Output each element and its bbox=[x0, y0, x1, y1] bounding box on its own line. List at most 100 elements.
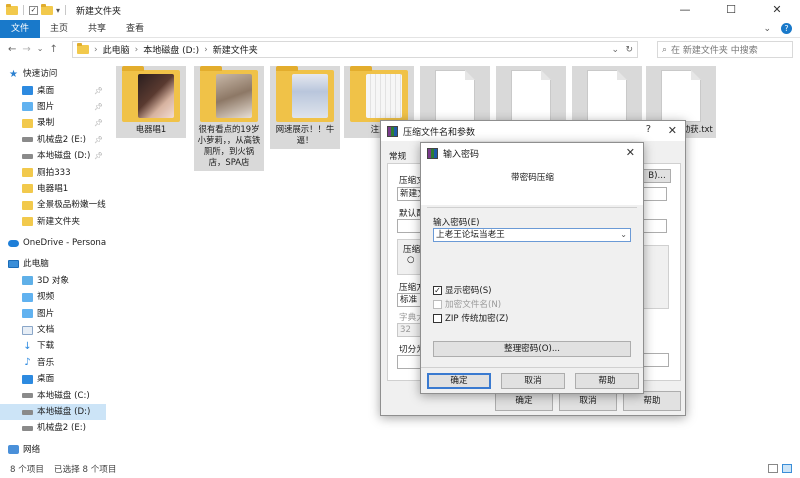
chevron-right-icon[interactable]: › bbox=[94, 45, 98, 55]
browse-button[interactable]: B)... bbox=[643, 169, 671, 183]
address-bar[interactable]: › 此电脑 › 本地磁盘 (D:) › 新建文件夹 ⌄ ↻ bbox=[72, 41, 638, 58]
chevron-down-icon[interactable]: ⌄ bbox=[620, 229, 627, 241]
folder-icon bbox=[22, 118, 33, 128]
winrar-icon bbox=[387, 125, 398, 137]
sidebar-item-downloads[interactable]: ↓ 下载 bbox=[0, 338, 106, 354]
chevron-right-icon[interactable]: › bbox=[135, 45, 139, 55]
tab-view[interactable]: 查看 bbox=[116, 20, 154, 38]
list-item[interactable] bbox=[420, 66, 490, 127]
file-icon bbox=[511, 70, 551, 122]
sidebar-item-folder[interactable]: 全景极品粉嫩一线天 bbox=[0, 197, 106, 213]
ribbon-right: ⌄ ? bbox=[763, 20, 792, 38]
sidebar-item-drive-e[interactable]: 机械盘2 (E:) 📌︎ bbox=[0, 132, 106, 148]
sidebar-item-drive-c[interactable]: 本地磁盘 (C:) bbox=[0, 387, 106, 403]
breadcrumb-drive-d[interactable]: 本地磁盘 (D:) bbox=[143, 43, 199, 56]
show-password-checkbox[interactable]: ✓ 显示密码(S) bbox=[433, 284, 492, 296]
list-item[interactable]: 很有看点的19岁小萝莉，，从高铁厕所，到火锅店，SPA店 bbox=[194, 66, 264, 171]
sidebar-item-3d-objects[interactable]: 3D 对象 bbox=[0, 273, 106, 289]
sidebar-item-videos[interactable]: 视频 bbox=[0, 289, 106, 305]
format-radio[interactable]: ○ bbox=[407, 255, 415, 265]
sidebar-item-network[interactable]: 网络 bbox=[0, 442, 106, 458]
cancel-button[interactable]: 取消 bbox=[501, 373, 565, 389]
list-item[interactable] bbox=[572, 66, 642, 127]
checkbox-label: ZIP 传统加密(Z) bbox=[445, 314, 509, 324]
folder-icon bbox=[77, 43, 89, 54]
close-button[interactable]: ✕ bbox=[754, 0, 800, 20]
sidebar-item-label: 本地磁盘 (D:) bbox=[37, 407, 91, 417]
ok-button[interactable]: 确定 bbox=[495, 391, 553, 411]
desktop-icon bbox=[22, 374, 33, 384]
sidebar-item-desktop[interactable]: 桌面 bbox=[0, 371, 106, 387]
sidebar-item-folder[interactable]: 厕拍333 bbox=[0, 164, 106, 180]
address-dropdown-icon[interactable]: ⌄ bbox=[611, 45, 619, 55]
refresh-icon[interactable]: ↻ bbox=[625, 45, 633, 55]
zip-legacy-encryption-checkbox[interactable]: ZIP 传统加密(Z) bbox=[433, 312, 508, 324]
split-unit-select[interactable] bbox=[641, 353, 669, 367]
sidebar-item-pictures[interactable]: 图片 bbox=[0, 305, 106, 321]
list-item[interactable] bbox=[496, 66, 566, 127]
sidebar-item-label: 全景极品粉嫩一线天 bbox=[37, 200, 106, 211]
organize-passwords-button[interactable]: 整理密码(O)... bbox=[433, 341, 631, 357]
sidebar-item-label: OneDrive - Persona bbox=[23, 238, 106, 249]
sidebar-item-new-folder[interactable]: 新建文件夹 bbox=[0, 214, 106, 230]
sidebar-item-desktop[interactable]: 桌面 📌︎ bbox=[0, 82, 106, 98]
sidebar-item-label: 录制 bbox=[37, 118, 55, 129]
expand-ribbon-icon[interactable]: ⌄ bbox=[763, 20, 771, 38]
help-icon[interactable]: ? bbox=[781, 23, 792, 34]
new-folder-icon[interactable] bbox=[41, 3, 53, 15]
checkbox-label: 显示密码(S) bbox=[445, 286, 492, 296]
password-input[interactable]: 上老王论坛当老王 ⌄ bbox=[433, 228, 631, 242]
sidebar-item-documents[interactable]: 文档 bbox=[0, 322, 106, 338]
sidebar-item-this-pc[interactable]: 此电脑 bbox=[0, 256, 106, 272]
help-button[interactable]: 帮助 bbox=[575, 373, 639, 389]
sidebar-item-recordings[interactable]: 录制 📌︎ bbox=[0, 115, 106, 131]
customize-toolbar-icon[interactable]: ▾ bbox=[56, 6, 60, 15]
recent-locations-icon[interactable]: ⌄ bbox=[37, 44, 44, 55]
tab-home[interactable]: 主页 bbox=[40, 20, 78, 38]
tab-share[interactable]: 共享 bbox=[78, 20, 116, 38]
close-icon[interactable]: ✕ bbox=[626, 146, 635, 159]
forward-arrow-icon[interactable]: → bbox=[22, 44, 30, 55]
back-arrow-icon[interactable]: ← bbox=[8, 44, 16, 55]
sidebar-item-quick-access[interactable]: ★ 快速访问 bbox=[0, 66, 106, 82]
help-button[interactable]: 帮助 bbox=[623, 391, 681, 411]
close-icon[interactable]: ✕ bbox=[668, 124, 677, 137]
divider bbox=[427, 207, 637, 208]
properties-icon[interactable]: ✓ bbox=[29, 5, 38, 15]
sidebar-item-music[interactable]: ♪ 音乐 bbox=[0, 355, 106, 371]
large-icons-view-icon[interactable] bbox=[782, 464, 792, 473]
sidebar-item-label: 厕拍333 bbox=[37, 167, 71, 178]
breadcrumb-current-folder[interactable]: 新建文件夹 bbox=[213, 43, 258, 56]
drive-icon bbox=[22, 153, 33, 159]
sidebar-item-drive-d[interactable]: 本地磁盘 (D:) 📌︎ bbox=[0, 148, 106, 164]
minimize-button[interactable]: — bbox=[662, 0, 708, 20]
ok-button[interactable]: 确定 bbox=[427, 373, 491, 389]
tab-file[interactable]: 文件 bbox=[0, 19, 41, 38]
cancel-button[interactable]: 取消 bbox=[559, 391, 617, 411]
sidebar-item-label: 图片 bbox=[37, 308, 55, 319]
list-item[interactable]: 网速展示！！牛逼！ bbox=[270, 66, 340, 149]
breadcrumb-this-pc[interactable]: 此电脑 bbox=[103, 43, 130, 56]
sidebar-item-drive-d[interactable]: 本地磁盘 (D:) bbox=[0, 403, 106, 421]
details-view-icon[interactable] bbox=[768, 464, 778, 473]
list-item[interactable]: 电器唱1 bbox=[116, 66, 186, 138]
up-arrow-icon[interactable]: ↑ bbox=[49, 44, 57, 55]
chevron-right-icon[interactable]: › bbox=[204, 45, 208, 55]
file-icon bbox=[587, 70, 627, 122]
tab-general[interactable]: 常规 bbox=[389, 150, 406, 162]
sidebar-item-onedrive[interactable]: OneDrive - Persona bbox=[0, 235, 106, 251]
sidebar-item-drive-e[interactable]: 机械盘2 (E:) bbox=[0, 420, 106, 436]
sidebar-item-pictures[interactable]: 图片 📌︎ bbox=[0, 99, 106, 115]
sidebar-item-label: 文档 bbox=[37, 325, 55, 336]
drive-icon bbox=[22, 425, 33, 431]
thumbnail-image bbox=[138, 74, 174, 118]
network-icon bbox=[8, 445, 19, 455]
encrypt-filenames-checkbox[interactable]: 加密文件名(N) bbox=[433, 298, 501, 310]
search-box[interactable]: ⌕ 在 新建文件夹 中搜索 bbox=[657, 41, 793, 58]
help-icon[interactable]: ? bbox=[646, 124, 651, 135]
maximize-button[interactable]: ☐ bbox=[708, 0, 754, 20]
sidebar-item-label: 电器唱1 bbox=[37, 183, 69, 194]
sidebar-item-label: 桌面 bbox=[37, 374, 55, 385]
sidebar-item-folder[interactable]: 电器唱1 bbox=[0, 181, 106, 197]
desktop-icon bbox=[22, 86, 33, 96]
